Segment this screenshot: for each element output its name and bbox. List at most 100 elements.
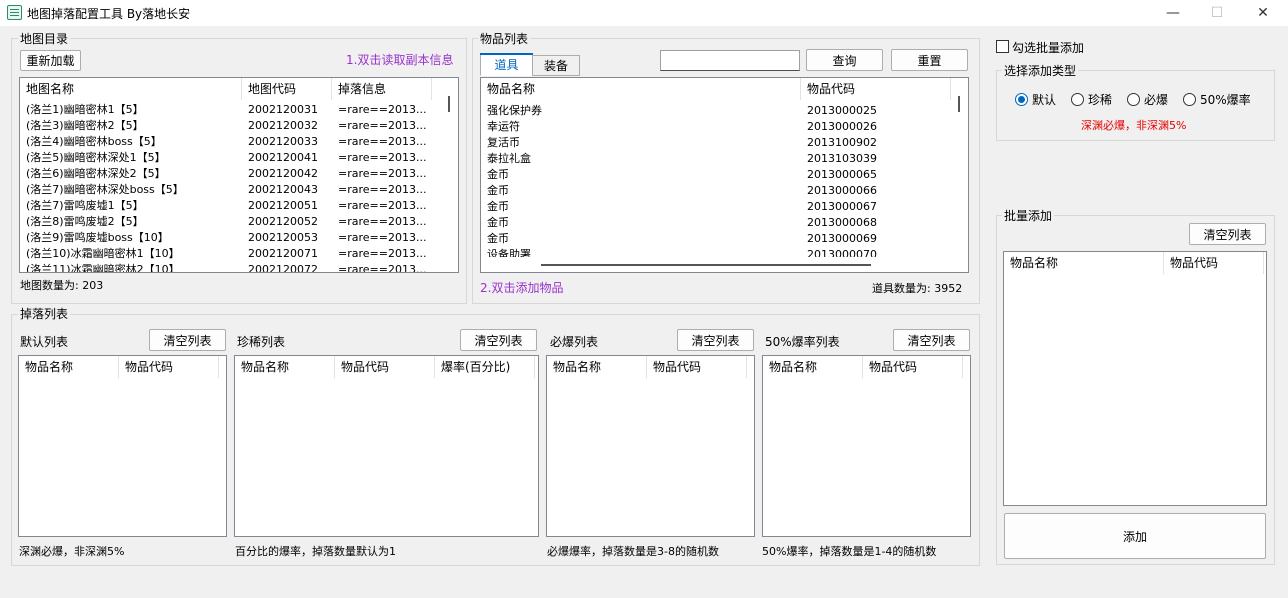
items-list[interactable]: 物品名称 物品代码 强化保护券 2013000025 幸运符 2013000026 复活…: [480, 77, 969, 273]
list-row[interactable]: 金币 2013000065: [481, 167, 951, 183]
column-header[interactable]: 地图名称: [20, 78, 242, 100]
radio-dot[interactable]: [1071, 93, 1084, 106]
list-cell: 2002120031: [248, 103, 318, 116]
map-list[interactable]: 地图名称 地图代码 掉落信息 (洛兰1)幽暗密林1【5】 2002120031 =r…: [19, 77, 459, 273]
tab-props[interactable]: 道具: [480, 53, 533, 76]
items-list-vscroll[interactable]: [951, 78, 968, 255]
list-cell: =rare==2013...: [338, 167, 427, 180]
radio-must[interactable]: 必爆: [1127, 91, 1168, 108]
clear-half-button[interactable]: 清空列表: [893, 329, 970, 351]
batch-label: 批量添加: [1002, 207, 1055, 224]
clear-batch-button[interactable]: 清空列表: [1189, 223, 1266, 245]
radio-half[interactable]: 50%爆率: [1183, 91, 1251, 108]
clear-rare-button[interactable]: 清空列表: [460, 329, 537, 351]
column-header[interactable]: 物品名称: [763, 356, 863, 378]
add-button[interactable]: 添加: [1004, 513, 1266, 559]
list-cell: 金币: [487, 232, 509, 245]
map-dir-hint: 1.双击读取副本信息: [346, 53, 454, 67]
rare-list[interactable]: 物品名称 物品代码 爆率(百分比): [234, 355, 539, 537]
list-header: 物品名称 物品代码: [19, 356, 226, 378]
list-row[interactable]: (洛兰9)雷鸣废墟boss【10】 2002120053 =rare==2013..…: [20, 230, 440, 246]
list-cell: 2013000066: [807, 184, 877, 197]
list-row[interactable]: 复活币 2013100902: [481, 135, 951, 151]
minimize-button[interactable]: —: [1150, 0, 1196, 26]
column-header[interactable]: 物品名称: [481, 78, 801, 100]
list-cell: 2013000067: [807, 200, 877, 213]
list-cell: (洛兰11)冰霜幽暗密林2【10】: [26, 263, 180, 273]
column-header[interactable]: 爆率(百分比): [435, 356, 535, 378]
batch-add-checkbox[interactable]: [996, 40, 1009, 53]
scroll-thumb[interactable]: [448, 96, 450, 112]
list-row[interactable]: 金币 2013000066: [481, 183, 951, 199]
list-cell: 2002120043: [248, 183, 318, 196]
search-input[interactable]: [660, 50, 800, 71]
column-header[interactable]: 物品代码: [801, 78, 951, 100]
list-row[interactable]: (洛兰8)雷鸣废墟2【5】 2002120052 =rare==2013...: [20, 214, 440, 230]
list-cell: =rare==2013...: [338, 215, 427, 228]
list-cell: 强化保护券: [487, 104, 542, 117]
list-cell: 2002120051: [248, 199, 318, 212]
list-row[interactable]: 金币 2013000068: [481, 215, 951, 231]
radio-dot[interactable]: [1183, 93, 1196, 106]
list-cell: =rare==2013...: [338, 231, 427, 244]
list-row[interactable]: 幸运符 2013000026: [481, 119, 951, 135]
default-list[interactable]: 物品名称 物品代码: [18, 355, 227, 537]
list-row[interactable]: (洛兰10)冰霜幽暗密林1【10】 2002120071 =rare==2013..…: [20, 246, 440, 262]
list-row[interactable]: 金币 2013000067: [481, 199, 951, 215]
list-row[interactable]: (洛兰7)幽暗密林深处boss【5】 2002120043 =rare==2013.…: [20, 182, 440, 198]
scroll-thumb[interactable]: [958, 96, 960, 112]
list-row[interactable]: (洛兰5)幽暗密林深处1【5】 2002120041 =rare==2013...: [20, 150, 440, 166]
list-row[interactable]: 强化保护券 2013000025: [481, 103, 951, 119]
rare-list-note: 百分比的爆率，掉落数量默认为1: [235, 545, 396, 558]
query-button[interactable]: 查询: [806, 49, 883, 71]
list-row[interactable]: 泰拉礼盒 2013103039: [481, 151, 951, 167]
list-row[interactable]: (洛兰4)幽暗密林boss【5】 2002120033 =rare==2013...: [20, 134, 440, 150]
clear-default-button[interactable]: 清空列表: [149, 329, 226, 351]
half-list[interactable]: 物品名称 物品代码: [762, 355, 971, 537]
column-header[interactable]: 物品名称: [19, 356, 119, 378]
radio-dot[interactable]: [1127, 93, 1140, 106]
list-cell: 2013000026: [807, 120, 877, 133]
list-row[interactable]: (洛兰6)幽暗密林深处2【5】 2002120042 =rare==2013...: [20, 166, 440, 182]
radio-rare[interactable]: 珍稀: [1071, 91, 1112, 108]
list-cell: =rare==2013...: [338, 183, 427, 196]
column-header[interactable]: 物品代码: [1164, 252, 1264, 274]
column-header[interactable]: 物品名称: [235, 356, 335, 378]
radio-dot[interactable]: [1015, 93, 1028, 106]
reset-button[interactable]: 重置: [891, 49, 968, 71]
list-cell: =rare==2013...: [338, 247, 427, 260]
items-list-rows: 强化保护券 2013000025 幸运符 2013000026 复活币 201310090…: [481, 103, 951, 257]
list-row[interactable]: (洛兰1)幽暗密林1【5】 2002120031 =rare==2013...: [20, 102, 440, 118]
list-cell: 泰拉礼盒: [487, 152, 531, 165]
list-cell: 设备助署: [487, 248, 531, 257]
column-header[interactable]: 物品名称: [1004, 252, 1164, 274]
list-row[interactable]: (洛兰7)雷鸣废墟1【5】 2002120051 =rare==2013...: [20, 198, 440, 214]
clear-must-button[interactable]: 清空列表: [677, 329, 754, 351]
batch-list[interactable]: 物品名称 物品代码: [1003, 251, 1267, 506]
column-header[interactable]: 物品代码: [119, 356, 219, 378]
list-cell: 2002120042: [248, 167, 318, 180]
default-list-title: 默认列表: [20, 335, 69, 349]
must-list[interactable]: 物品名称 物品代码: [546, 355, 755, 537]
list-cell: 金币: [487, 184, 509, 197]
tab-equipment[interactable]: 装备: [532, 55, 580, 76]
close-button[interactable]: ✕: [1240, 0, 1286, 26]
column-header[interactable]: 物品名称: [547, 356, 647, 378]
column-header[interactable]: 掉落信息: [332, 78, 432, 100]
column-header[interactable]: 物品代码: [335, 356, 435, 378]
list-header: 物品名称 物品代码 爆率(百分比): [235, 356, 538, 378]
list-row[interactable]: (洛兰11)冰霜幽暗密林2【10】 2002120072 =rare==2013..…: [20, 262, 440, 273]
list-cell: =rare==2013...: [338, 119, 427, 132]
list-row[interactable]: 金币 2013000069: [481, 231, 951, 247]
radio-default[interactable]: 默认: [1015, 91, 1056, 108]
list-row[interactable]: 设备助署 2013000070: [481, 247, 951, 257]
column-header[interactable]: 物品代码: [863, 356, 963, 378]
radio-label: 必爆: [1144, 93, 1169, 107]
list-row[interactable]: (洛兰3)幽暗密林2【5】 2002120032 =rare==2013...: [20, 118, 440, 134]
items-list-hscroll[interactable]: [541, 264, 871, 266]
map-list-scrollbar[interactable]: [441, 78, 458, 272]
maximize-button[interactable]: ☐: [1194, 0, 1240, 26]
column-header[interactable]: 物品代码: [647, 356, 747, 378]
column-header[interactable]: 地图代码: [242, 78, 332, 100]
reload-button[interactable]: 重新加载: [20, 50, 81, 71]
